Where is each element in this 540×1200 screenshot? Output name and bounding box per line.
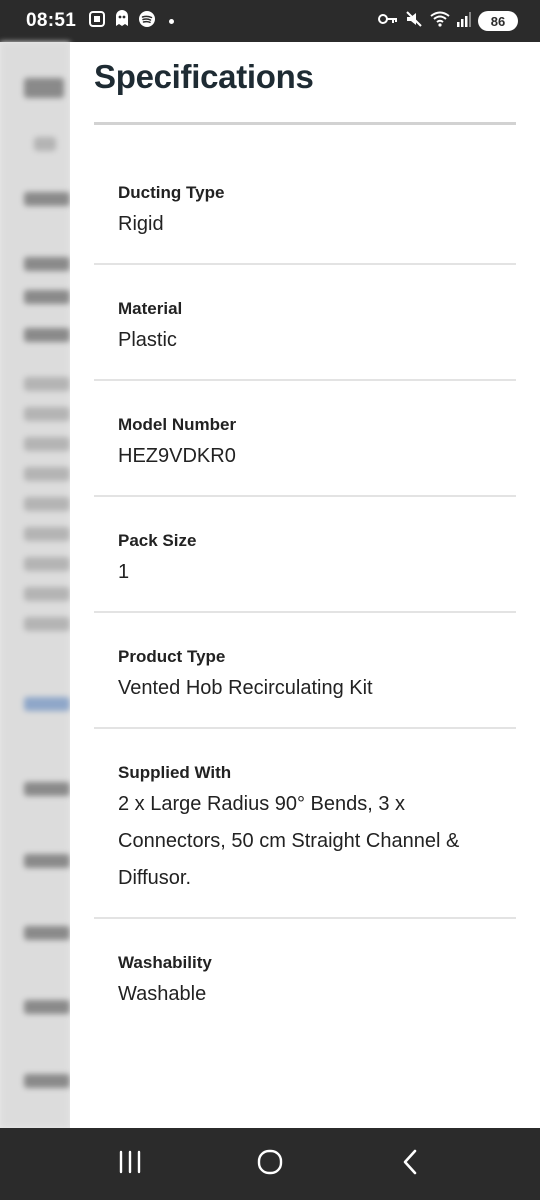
- spec-label: Ducting Type: [118, 183, 225, 202]
- spec-value: 2 x Large Radius 90° Bends, 3 x Connecto…: [118, 793, 460, 889]
- bg-block: [24, 407, 70, 421]
- screenshot-icon: [88, 10, 106, 33]
- spec-item: Product Type Vented Hob Recirculating Ki…: [94, 613, 516, 729]
- battery-indicator: 86: [478, 11, 518, 31]
- signal-icon: [457, 11, 471, 32]
- background-page: [0, 42, 70, 1128]
- status-left-icons: [88, 9, 175, 33]
- bg-block: [24, 1000, 70, 1014]
- spec-item: Material Plastic: [94, 265, 516, 381]
- spec-list: Ducting Type Rigid Material Plastic Mode…: [94, 125, 516, 1033]
- bg-block: [24, 854, 70, 868]
- bg-block: [24, 527, 70, 541]
- bg-block: [24, 1074, 70, 1088]
- spec-item: Washability Washable: [94, 919, 516, 1033]
- spec-value: Vented Hob Recirculating Kit: [118, 677, 373, 699]
- home-icon: [256, 1148, 284, 1181]
- spec-label: Material: [118, 299, 183, 318]
- spec-item: Supplied With 2 x Large Radius 90° Bends…: [94, 729, 516, 919]
- drawer-title: Specifications: [94, 58, 314, 95]
- spec-value: 1: [118, 561, 130, 583]
- bg-block: [24, 557, 70, 571]
- spec-value: Rigid: [118, 213, 164, 235]
- spotify-icon: [138, 10, 156, 33]
- status-right-icons: 86: [378, 10, 518, 33]
- spec-label: Model Number: [118, 415, 237, 434]
- spec-label: Supplied With: [118, 763, 232, 782]
- spec-item: Model Number HEZ9VDKR0: [94, 381, 516, 497]
- back-button[interactable]: [380, 1139, 440, 1189]
- bg-block: [24, 467, 70, 481]
- specifications-drawer: Specifications Ducting Type Rigid Materi…: [70, 42, 540, 1128]
- wifi-icon: [430, 11, 450, 32]
- notification-dot-icon: [169, 18, 175, 24]
- bg-block: [24, 437, 70, 451]
- status-time: 08:51: [26, 10, 77, 31]
- spec-label: Product Type: [118, 647, 226, 666]
- bg-block: [24, 257, 70, 271]
- bg-block: [24, 587, 70, 601]
- bg-block: [24, 78, 64, 98]
- spec-item: Ducting Type Rigid: [94, 125, 516, 265]
- key-icon: [378, 12, 398, 31]
- spec-label: Pack Size: [118, 531, 197, 550]
- bg-block: [24, 497, 70, 511]
- app-icon: [113, 9, 131, 33]
- mute-icon: [405, 10, 423, 33]
- back-icon: [400, 1148, 420, 1181]
- recents-icon: [117, 1150, 143, 1179]
- spec-value: Plastic: [118, 329, 177, 351]
- recents-button[interactable]: [100, 1139, 160, 1189]
- bg-block: [24, 782, 70, 796]
- bg-block: [34, 137, 56, 151]
- spec-value: HEZ9VDKR0: [118, 445, 236, 467]
- bg-block: [24, 377, 70, 391]
- bg-block: [24, 192, 70, 206]
- navigation-bar: [0, 1128, 540, 1200]
- spec-label: Washability: [118, 953, 212, 972]
- home-button[interactable]: [240, 1139, 300, 1189]
- bg-block: [24, 926, 70, 940]
- bg-block: [24, 290, 70, 304]
- bg-block: [24, 328, 70, 342]
- bg-block: [24, 697, 70, 711]
- status-bar: 08:51 86: [0, 0, 540, 42]
- spec-item: Pack Size 1: [94, 497, 516, 613]
- spec-value: Washable: [118, 983, 207, 1005]
- bg-block: [24, 617, 70, 631]
